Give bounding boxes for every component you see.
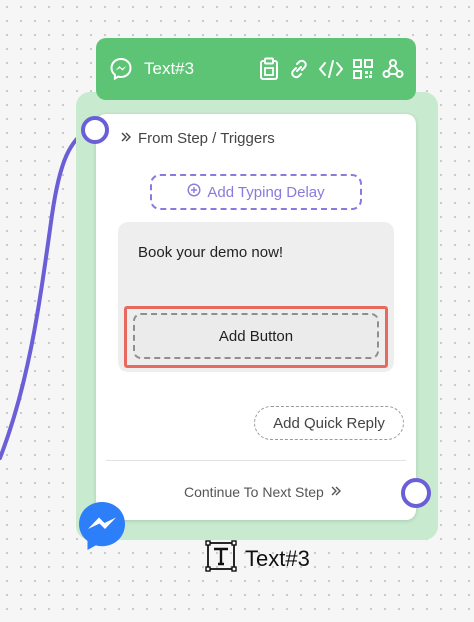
node-title: Text#3 bbox=[144, 59, 195, 78]
input-port[interactable] bbox=[81, 116, 109, 144]
code-icon[interactable] bbox=[318, 58, 344, 80]
message-text[interactable]: Book your demo now! bbox=[138, 244, 283, 261]
messenger-logo-icon bbox=[74, 498, 130, 554]
footer-title: Text#3 bbox=[245, 546, 310, 571]
add-quick-reply-button[interactable]: Add Quick Reply bbox=[254, 406, 404, 440]
divider bbox=[106, 460, 406, 461]
messenger-icon bbox=[108, 56, 134, 82]
typing-delay-label: Add Typing Delay bbox=[207, 183, 325, 201]
output-port[interactable] bbox=[401, 478, 431, 508]
from-step-label: From Step / Triggers bbox=[138, 130, 275, 147]
clipboard-icon[interactable] bbox=[258, 57, 280, 81]
continue-to-next-step[interactable]: Continue To Next Step bbox=[184, 484, 342, 500]
add-button[interactable]: Add Button bbox=[133, 313, 379, 359]
qr-code-icon[interactable] bbox=[352, 58, 374, 80]
add-typing-delay-button[interactable]: Add Typing Delay bbox=[150, 174, 362, 210]
text-block-icon bbox=[205, 540, 237, 578]
from-step-trigger[interactable]: From Step / Triggers bbox=[120, 130, 275, 147]
chevron-right-icon bbox=[120, 130, 132, 147]
webhook-icon[interactable] bbox=[382, 58, 404, 80]
link-icon[interactable] bbox=[288, 58, 310, 80]
plus-circle-icon bbox=[187, 183, 201, 201]
continue-label: Continue To Next Step bbox=[184, 484, 324, 500]
node-footer-label: Text#3 bbox=[205, 540, 310, 578]
chevron-right-icon bbox=[330, 484, 342, 500]
node-header[interactable]: Text#3 bbox=[96, 38, 416, 100]
